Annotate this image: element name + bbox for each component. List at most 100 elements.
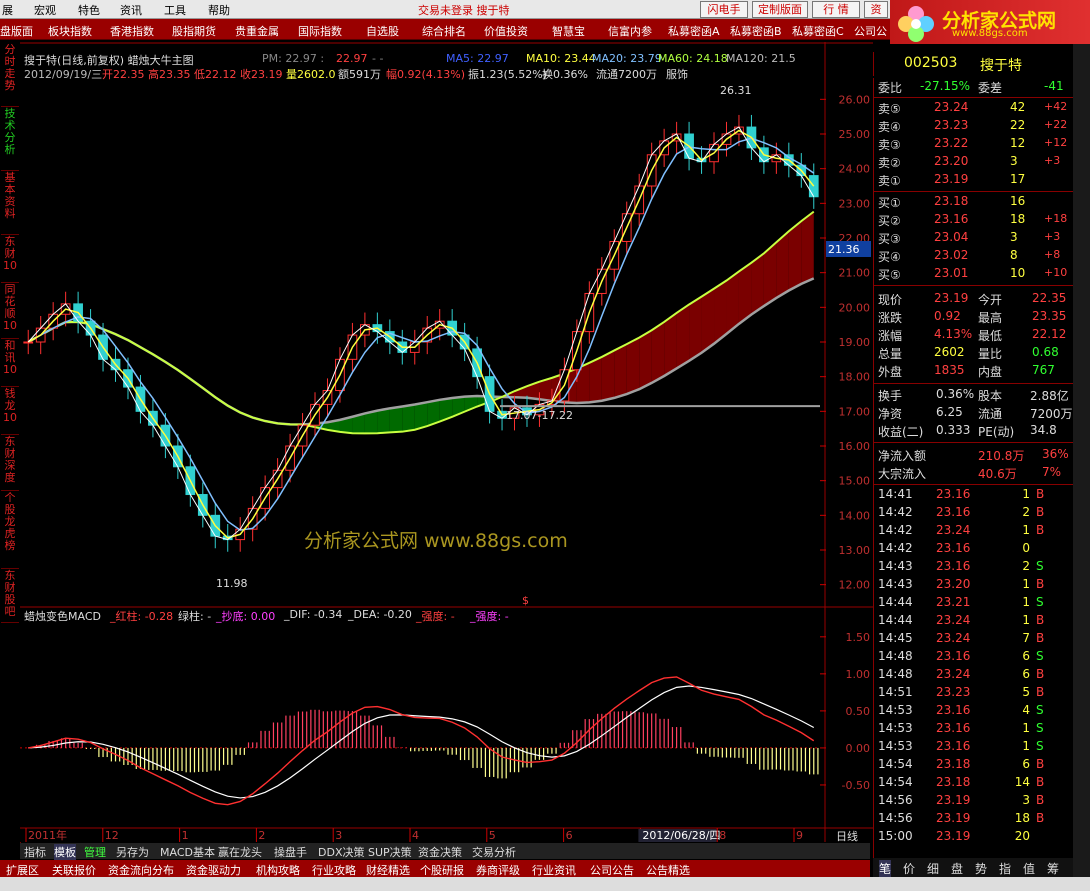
trend-cloud-segment (389, 406, 403, 433)
bottom-item[interactable]: 机构攻略 (256, 862, 300, 878)
tab-trade-analysis[interactable]: 交易分析 (472, 844, 516, 860)
bottom-item[interactable]: 公告精选 (646, 862, 690, 878)
tab-dongcai-depth[interactable]: 东财深度 (1, 436, 19, 491)
nav-item[interactable]: 股指期货 (172, 23, 216, 39)
tick-row: 14:48 23.24 6 B (874, 666, 1074, 684)
menu-item-tools[interactable]: 工具 (164, 2, 186, 18)
macd-dea: _DEA: -0.20 (348, 608, 412, 621)
tab-indicator[interactable]: 指标 (24, 844, 46, 860)
quote-label: 量比 (978, 347, 1003, 361)
tab-dongcai10[interactable]: 东财10 (1, 236, 19, 283)
order-price: 23.01 (934, 266, 969, 280)
bottom-item[interactable]: 扩展区 (6, 862, 39, 878)
tab-macd-basic[interactable]: MACD基本 (160, 844, 215, 860)
tab-dragon-tiger[interactable]: 个股龙虎榜 (1, 492, 19, 569)
tab-manage[interactable]: 管理 (84, 844, 106, 860)
bottom-item[interactable]: 公司公告 (590, 862, 634, 878)
fund-value: 0.36% (936, 387, 975, 401)
tick-price: 23.24 (936, 613, 971, 627)
nav-item[interactable]: 贵重金属 (235, 23, 279, 39)
quote-button[interactable]: 行 情 (812, 1, 860, 18)
nav-item[interactable]: 公司公 (854, 23, 887, 39)
info-button[interactable]: 资 (864, 1, 888, 18)
price-annotation: 26.31 (720, 84, 752, 97)
bottom-item[interactable]: 券商评级 (476, 862, 520, 878)
tab-tonghuashun10[interactable]: 同花顺10 (1, 284, 19, 339)
tick-price: 23.24 (936, 631, 971, 645)
menu-item-macro[interactable]: 宏观 (34, 2, 56, 18)
rtab-trend[interactable]: 势 (975, 860, 987, 877)
date-tick-label: 3 (335, 829, 342, 842)
nav-item[interactable]: 智慧宝 (552, 23, 585, 39)
current-price-label: 21.36 (828, 243, 860, 256)
bottom-item[interactable]: 资金驱动力 (186, 862, 241, 878)
nav-item[interactable]: 板块指数 (48, 23, 92, 39)
bottom-item[interactable]: 行业攻略 (312, 862, 356, 878)
tab-leader[interactable]: 赢在龙头 (218, 844, 262, 860)
tab-fund[interactable]: 资金决策 (418, 844, 462, 860)
tab-trader[interactable]: 操盘手 (274, 844, 307, 860)
tab-stock-forum[interactable]: 东财股吧 (1, 570, 19, 623)
chart-area[interactable]: 26.0025.0024.0023.0022.0021.0020.0019.00… (20, 42, 873, 842)
tick-side: S (1036, 649, 1044, 663)
flow-value: 210.8万 (978, 449, 1025, 463)
rtab-chips[interactable]: 筹 (1047, 860, 1059, 877)
tick-time: 14:53 (878, 703, 913, 717)
price-tick-label: 15.00 (839, 475, 871, 488)
menu-item-expand[interactable]: 展 (2, 2, 13, 18)
right-edge-scroll[interactable] (1073, 44, 1090, 891)
bottom-item[interactable]: 财经精选 (366, 862, 410, 878)
date-tick-label: 9 (796, 829, 803, 842)
buy-level-row: 买① 23.18 16 (874, 193, 1074, 211)
tab-intraday[interactable]: 分时走势 (1, 44, 19, 107)
rtab-ticks[interactable]: 笔 (879, 860, 892, 877)
nav-item[interactable]: 国际指数 (298, 23, 342, 39)
nav-item[interactable]: 价值投资 (484, 23, 528, 39)
nav-item[interactable]: 综合排名 (422, 23, 466, 39)
menu-item-special[interactable]: 特色 (78, 2, 100, 18)
tick-row: 14:44 23.21 1 S (874, 594, 1074, 612)
nav-item[interactable]: 自选股 (366, 23, 399, 39)
tab-technical[interactable]: 技术分析 (1, 108, 19, 171)
bottom-item[interactable]: 资金流向分布 (108, 862, 174, 878)
tick-volume: 5 (1022, 685, 1030, 699)
price-tick-label: 16.00 (839, 440, 871, 453)
quote-panel: 委比 -27.15% 委差 -41 卖⑤ 23.24 42 +42 卖④ 23.23 22 +… (873, 78, 1074, 858)
custom-layout-button[interactable]: 定制版面 (752, 1, 808, 18)
order-level-label: 卖① (878, 174, 901, 188)
nav-item[interactable]: 香港指数 (110, 23, 154, 39)
menu-item-news[interactable]: 资讯 (120, 2, 142, 18)
nav-item[interactable]: 信富内参 (608, 23, 652, 39)
bottom-item[interactable]: 关联报价 (52, 862, 96, 878)
candle-body[interactable] (23, 341, 34, 344)
fundamental-row: 换手 0.36% 股本 2.88亿 (874, 386, 1074, 404)
order-volume: 12 (1010, 136, 1026, 150)
flash-trade-button[interactable]: 闪电手 (700, 1, 748, 18)
bottom-item[interactable]: 个股研报 (420, 862, 464, 878)
rtab-index[interactable]: 指 (999, 860, 1011, 877)
tab-template[interactable]: 模板 (54, 844, 76, 860)
period-label[interactable]: 日线 (836, 828, 858, 844)
bottom-item[interactable]: 行业资讯 (532, 862, 576, 878)
tab-sup[interactable]: SUP决策 (368, 844, 412, 860)
tab-hexun10[interactable]: 和讯10 (1, 340, 19, 387)
rtab-book[interactable]: 盘 (951, 860, 963, 877)
nav-item[interactable]: 私募密函C (792, 23, 844, 39)
nav-item[interactable]: 私募密函B (730, 23, 782, 39)
trend-cloud-segment (788, 221, 802, 291)
login-status: 交易未登录 搜于特 (418, 4, 510, 17)
tab-saveas[interactable]: 另存为 (116, 844, 149, 860)
menu-item-help[interactable]: 帮助 (208, 2, 230, 18)
rtab-detail[interactable]: 细 (927, 860, 939, 877)
rtab-value[interactable]: 值 (1023, 860, 1035, 877)
tab-qianlong10[interactable]: 钱龙10 (1, 388, 19, 435)
rtab-price[interactable]: 价 (903, 860, 915, 877)
tab-ddx[interactable]: DDX决策 (318, 844, 364, 860)
trend-cloud-segment (626, 337, 640, 395)
tick-price: 23.19 (936, 811, 971, 825)
nav-item[interactable]: 私募密函A (668, 23, 720, 39)
nav-item[interactable]: 盘版面 (0, 23, 33, 39)
fund-label: 股本 (978, 389, 1003, 403)
tab-fundamental[interactable]: 基本资料 (1, 172, 19, 235)
trend-cloud-segment (701, 288, 715, 353)
